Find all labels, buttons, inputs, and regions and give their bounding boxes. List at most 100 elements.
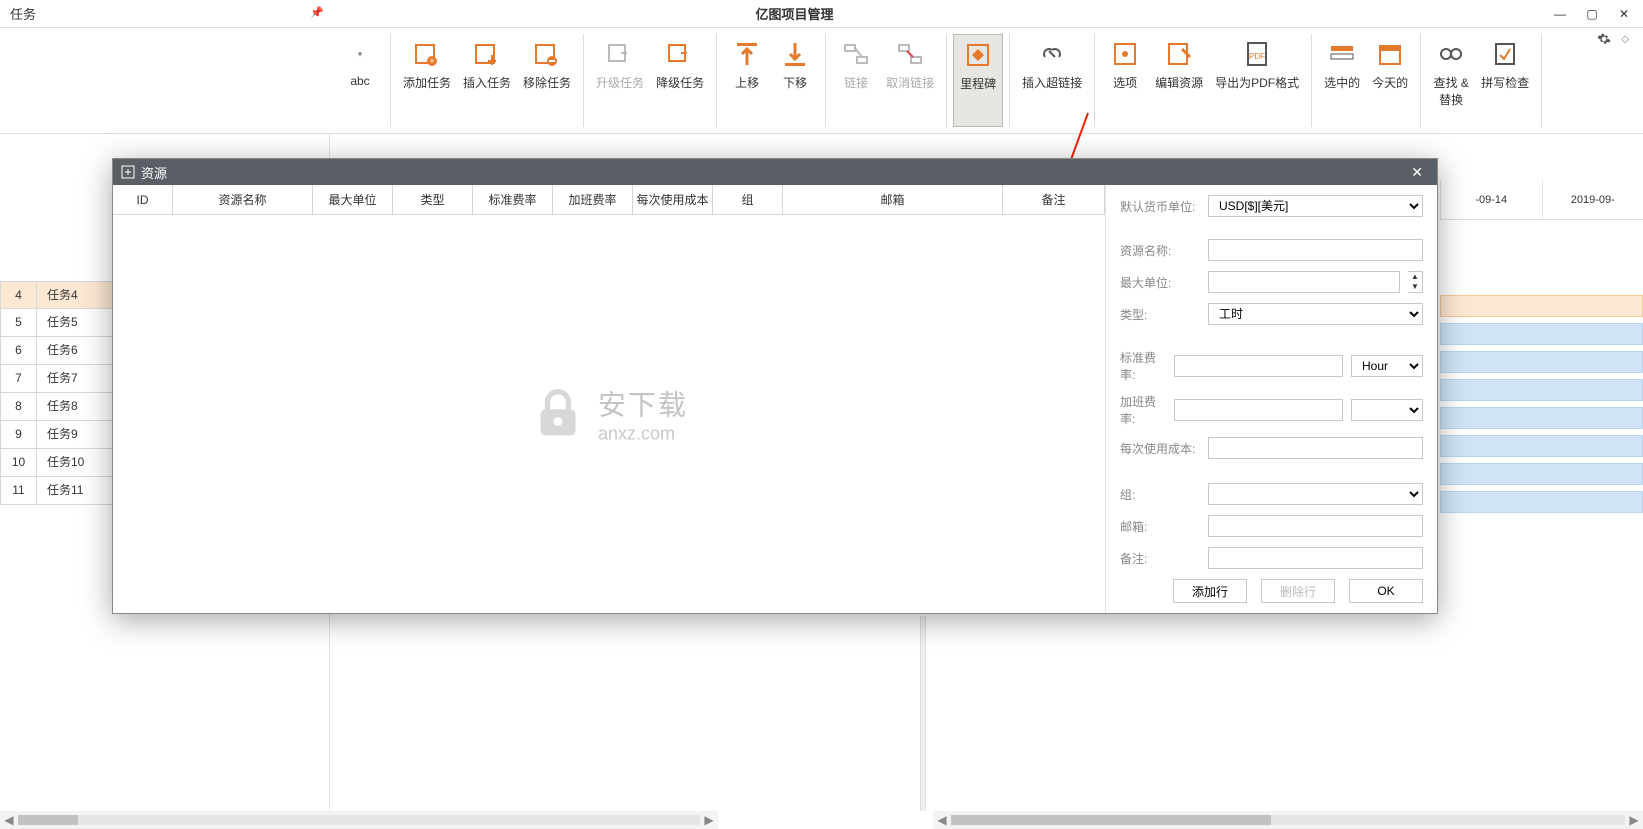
- max-units-input[interactable]: [1208, 271, 1400, 293]
- gantt-bar[interactable]: [1440, 351, 1643, 373]
- col-ot-rate[interactable]: 加班费率: [553, 185, 633, 214]
- dialog-titlebar[interactable]: 资源 ✕: [113, 159, 1437, 185]
- right-hscrollbar[interactable]: ◀ ▶: [933, 811, 1643, 829]
- ribbon-toolbar: ▾ abc + 添加任务 插入任务 移除任务 升级任务 降级任务 上移: [0, 28, 1643, 134]
- gantt-bar[interactable]: [1440, 491, 1643, 513]
- resource-table: ID 资源名称 最大单位 类型 标准费率 加班费率 每次使用成本 组 邮箱 备注…: [113, 185, 1105, 613]
- col-res-name[interactable]: 资源名称: [173, 185, 313, 214]
- insert-task-button[interactable]: 插入任务: [457, 34, 517, 127]
- add-task-icon: +: [411, 38, 443, 70]
- scroll-left-icon[interactable]: ◀: [933, 813, 951, 827]
- default-currency-select[interactable]: USD[$][美元]: [1208, 195, 1423, 217]
- type-label: 类型:: [1120, 306, 1200, 323]
- close-button[interactable]: ✕: [1617, 7, 1631, 21]
- col-max-units[interactable]: 最大单位: [313, 185, 393, 214]
- gantt-bar[interactable]: [1440, 463, 1643, 485]
- cost-use-label: 每次使用成本:: [1120, 440, 1200, 457]
- ot-rate-unit-select[interactable]: [1351, 399, 1423, 421]
- std-rate-input[interactable]: [1174, 355, 1343, 377]
- vertical-splitter[interactable]: [920, 616, 926, 811]
- task-index: 5: [1, 309, 37, 336]
- abc-button[interactable]: ▾ abc: [336, 34, 384, 127]
- scroll-left-icon[interactable]: ◀: [0, 813, 18, 827]
- export-pdf-button[interactable]: PDF 导出为PDF格式: [1209, 34, 1305, 127]
- edit-resource-icon: [1163, 38, 1195, 70]
- degrade-task-button[interactable]: 降级任务: [650, 34, 710, 127]
- link-button[interactable]: 链接: [832, 34, 880, 127]
- add-row-button[interactable]: 添加行: [1173, 579, 1247, 603]
- insert-hyperlink-button[interactable]: 插入超链接: [1016, 34, 1088, 127]
- edit-resource-button[interactable]: 编辑资源: [1149, 34, 1209, 127]
- col-type[interactable]: 类型: [393, 185, 473, 214]
- move-up-button[interactable]: 上移: [723, 34, 771, 127]
- dialog-close-button[interactable]: ✕: [1405, 164, 1429, 181]
- dialog-title-icon: [121, 165, 135, 179]
- today-button[interactable]: 今天的: [1366, 34, 1414, 127]
- move-down-button[interactable]: 下移: [771, 34, 819, 127]
- unlink-icon: [894, 38, 926, 70]
- left-hscrollbar[interactable]: ◀ ▶: [0, 811, 718, 829]
- side-panel-title: 任务: [0, 4, 36, 23]
- scroll-right-icon[interactable]: ▶: [700, 813, 718, 827]
- col-cost-use[interactable]: 每次使用成本: [633, 185, 713, 214]
- upgrade-icon: [604, 38, 636, 70]
- gantt-bar[interactable]: [1440, 435, 1643, 457]
- gantt-bar[interactable]: [1440, 295, 1643, 317]
- col-std-rate[interactable]: 标准费率: [473, 185, 553, 214]
- email-input[interactable]: [1208, 515, 1423, 537]
- pin-icon[interactable]: 📌: [310, 6, 324, 19]
- type-select[interactable]: 工时: [1208, 303, 1423, 325]
- table-body[interactable]: 安下载 anxz.com: [113, 215, 1105, 613]
- col-id[interactable]: ID: [113, 185, 173, 214]
- email-label: 邮箱:: [1120, 518, 1200, 535]
- gantt-bar[interactable]: [1440, 407, 1643, 429]
- delete-row-button[interactable]: 删除行: [1261, 579, 1335, 603]
- collapse-ribbon-icon[interactable]: ◇: [1621, 34, 1629, 45]
- window-buttons: — ▢ ✕: [1553, 7, 1643, 21]
- unlink-button[interactable]: 取消链接: [880, 34, 940, 127]
- scroll-right-icon[interactable]: ▶: [1625, 813, 1643, 827]
- milestone-icon: [962, 39, 994, 71]
- add-task-button[interactable]: + 添加任务: [397, 34, 457, 127]
- scroll-thumb[interactable]: [18, 815, 78, 825]
- watermark-line2: anxz.com: [598, 424, 688, 445]
- scroll-thumb[interactable]: [951, 815, 1271, 825]
- minimize-button[interactable]: —: [1553, 7, 1567, 21]
- gantt-bar[interactable]: [1440, 379, 1643, 401]
- gantt-bar[interactable]: [1440, 323, 1643, 345]
- selected-button[interactable]: 选中的: [1318, 34, 1366, 127]
- default-currency-label: 默认货币单位:: [1120, 198, 1200, 215]
- notes-input[interactable]: [1208, 547, 1423, 569]
- cost-use-input[interactable]: [1208, 437, 1423, 459]
- remove-task-button[interactable]: 移除任务: [517, 34, 577, 127]
- notes-label: 备注:: [1120, 550, 1200, 567]
- task-index: 9: [1, 421, 37, 448]
- col-notes[interactable]: 备注: [1003, 185, 1105, 214]
- lock-icon: [530, 386, 586, 442]
- milestone-button[interactable]: 里程碑: [953, 34, 1003, 127]
- move-down-icon: [779, 38, 811, 70]
- window-titlebar: 任务 📌 亿图项目管理 — ▢ ✕: [0, 0, 1643, 28]
- col-group[interactable]: 组: [713, 185, 783, 214]
- task-index: 4: [1, 282, 37, 308]
- find-replace-button[interactable]: 查找 &替换: [1427, 34, 1475, 127]
- upgrade-task-button[interactable]: 升级任务: [590, 34, 650, 127]
- std-rate-label: 标准费率:: [1120, 349, 1166, 383]
- ok-button[interactable]: OK: [1349, 579, 1423, 603]
- std-rate-unit-select[interactable]: Hour: [1351, 355, 1423, 377]
- group-select[interactable]: [1208, 483, 1423, 505]
- col-email[interactable]: 邮箱: [783, 185, 1003, 214]
- ot-rate-input[interactable]: [1174, 399, 1343, 421]
- task-index: 7: [1, 365, 37, 392]
- res-name-input[interactable]: [1208, 239, 1423, 261]
- spell-check-button[interactable]: 拼写检查: [1475, 34, 1535, 127]
- task-index: 10: [1, 449, 37, 476]
- max-units-spinner[interactable]: ▲▼: [1408, 271, 1423, 293]
- task-index: 6: [1, 337, 37, 364]
- gear-icon[interactable]: [1597, 32, 1611, 46]
- options-button[interactable]: 选项: [1101, 34, 1149, 127]
- app-title: 亿图项目管理: [36, 4, 1553, 23]
- maximize-button[interactable]: ▢: [1585, 7, 1599, 21]
- degrade-icon: [664, 38, 696, 70]
- watermark: 安下载 anxz.com: [530, 384, 688, 445]
